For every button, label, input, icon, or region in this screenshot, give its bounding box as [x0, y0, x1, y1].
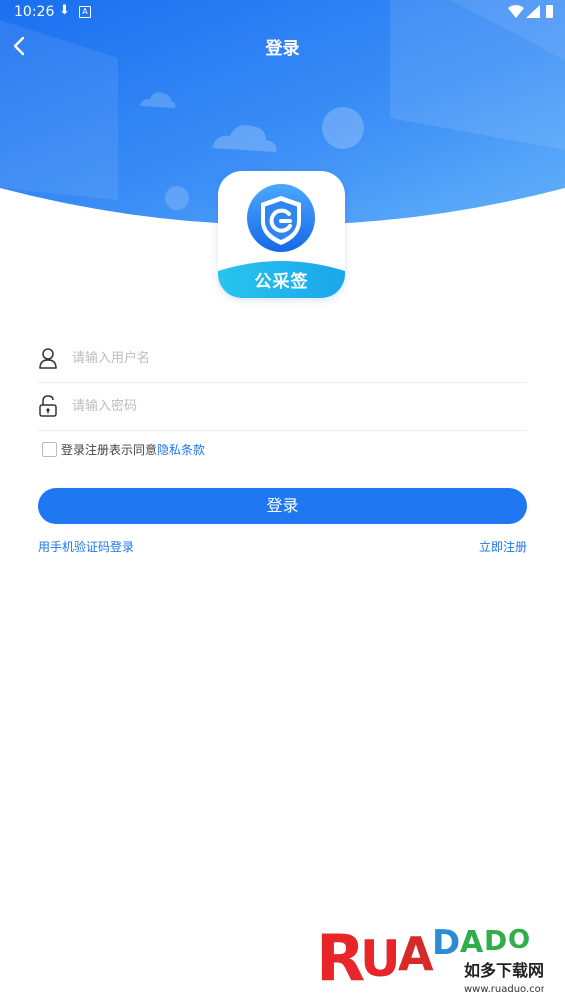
page-title: 登录 [265, 39, 300, 59]
app-logo-name: 公采签 [254, 272, 309, 292]
notification-a-icon: A [79, 6, 91, 18]
sms-login-link[interactable]: 用手机验证码登录 [38, 538, 134, 555]
login-button[interactable]: 登录 [38, 488, 527, 524]
status-bar: 10:26 ⬇ A [0, 0, 565, 24]
password-field-row [38, 382, 527, 431]
svg-text:www.ruaduo.com: www.ruaduo.com [464, 984, 544, 995]
svg-text:O: O [508, 925, 530, 955]
privacy-policy-link[interactable]: 隐私条款 [157, 443, 205, 457]
agreement-text: 登录注册表示同意隐私条款 [61, 441, 205, 458]
status-time: 10:26 [14, 4, 55, 20]
wifi-icon [508, 5, 524, 18]
password-input[interactable] [72, 394, 512, 418]
svg-text:如多下载网: 如多下载网 [464, 961, 544, 980]
username-input[interactable] [72, 346, 512, 370]
svg-text:A: A [398, 927, 434, 981]
user-icon [39, 348, 57, 369]
download-icon: ⬇ [59, 3, 70, 18]
agreement-checkbox[interactable] [42, 442, 57, 457]
lock-icon [39, 395, 57, 417]
svg-text:A: A [460, 925, 484, 960]
app-logo: 公采签 [218, 171, 345, 298]
svg-text:D: D [432, 923, 460, 963]
watermark-graphic: R U A D A D O 如多下载网 www.ruaduo.com [316, 922, 551, 996]
signal-icon [526, 5, 540, 18]
svg-text:D: D [484, 924, 507, 957]
register-link[interactable]: 立即注册 [479, 538, 527, 555]
agreement-label: 登录注册表示同意 [61, 443, 158, 457]
svg-text:U: U [360, 930, 401, 988]
svg-text:R: R [316, 922, 365, 996]
battery-icon [546, 5, 553, 18]
username-field-row [38, 334, 527, 383]
watermark-logo: R U A D A D O 如多下载网 www.ruaduo.com [314, 908, 551, 1000]
